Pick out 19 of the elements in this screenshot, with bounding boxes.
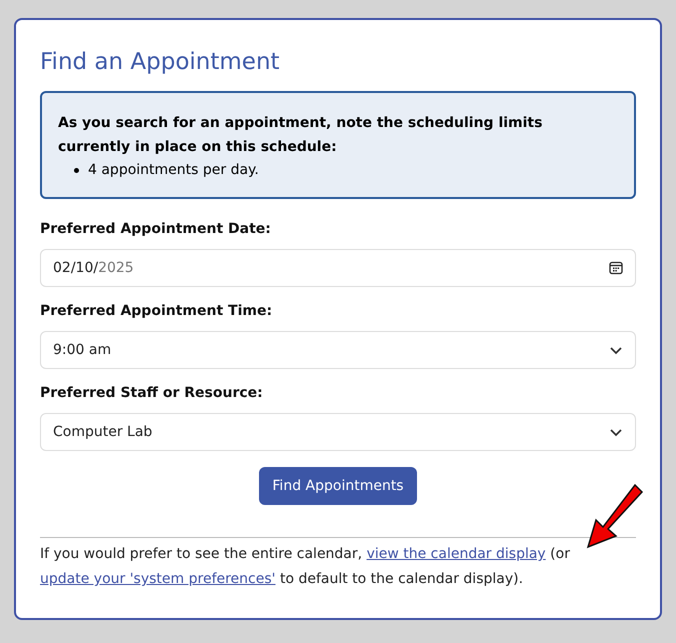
pointer-arrow	[586, 484, 644, 549]
date-field[interactable]: 02/10/2025	[40, 249, 636, 287]
text-link[interactable]: view the calendar display	[366, 546, 546, 562]
select-field[interactable]: Computer Lab	[40, 413, 636, 451]
calendar-icon[interactable]	[609, 261, 623, 275]
calendar-note: If you would prefer to see the entire calendar, view the calendar display (or update your 'system preferences' to default to the calendar display).	[40, 545, 571, 589]
find-appointments-button[interactable]: Find Appointments	[259, 467, 417, 505]
field-label: Preferred Appointment Time:	[40, 302, 272, 321]
bullet-icon	[74, 168, 79, 172]
chevron-down-icon	[609, 346, 623, 354]
field-label: Preferred Appointment Date:	[40, 220, 271, 239]
text-link[interactable]: update your 'system preferences'	[40, 571, 276, 587]
select-field[interactable]: 9:00 am	[40, 331, 636, 369]
date-value: 02/10/2025	[53, 258, 134, 278]
notice-item: 4 appointments per day.	[88, 161, 259, 180]
chevron-down-icon	[609, 428, 623, 436]
field-label: Preferred Staff or Resource:	[40, 384, 263, 403]
notice-heading: As you search for an appointment, note the scheduling limits currently in place on this schedule:	[58, 114, 544, 157]
page-title: Find an Appointment	[40, 48, 281, 77]
